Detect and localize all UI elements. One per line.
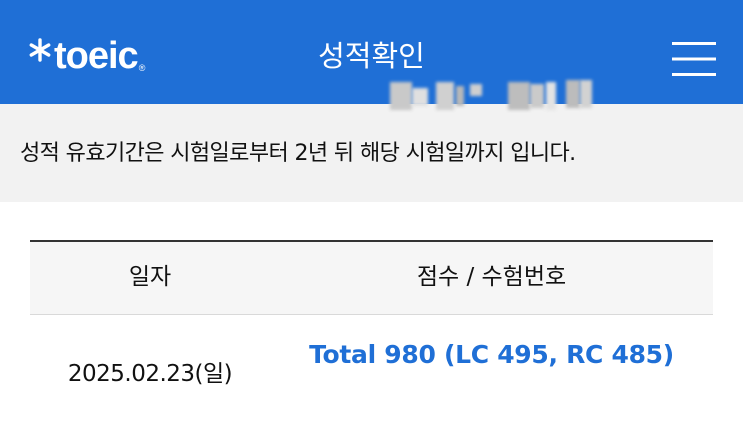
column-header-score: 점수 / 수험번호 [416, 264, 567, 290]
notice-text: 성적 유효기간은 시험일로부터 2년 뒤 해당 시험일까지 입니다. [20, 141, 576, 166]
exam-number-blurred [352, 70, 612, 118]
asterisk-icon [29, 38, 51, 62]
score-link[interactable]: Total 980 (LC 495, RC 485) [270, 337, 713, 373]
score-table: 일자 점수 / 수험번호 2025.02.23(일) Total 980 (LC… [30, 240, 713, 435]
logo-wordmark: toeic [54, 35, 139, 77]
exam-date: 2025.02.23(일) [67, 361, 233, 387]
menu-button[interactable] [672, 40, 716, 78]
validity-notice: 성적 유효기간은 시험일로부터 2년 뒤 해당 시험일까지 입니다. [0, 104, 743, 202]
column-header-date: 일자 [128, 264, 172, 290]
table-header: 일자 점수 / 수험번호 [30, 240, 713, 315]
toeic-logo[interactable]: toeic ® [28, 34, 145, 82]
hamburger-menu-icon [672, 42, 716, 76]
registered-mark: ® [138, 63, 146, 73]
table-row[interactable]: 2025.02.23(일) Total 980 (LC 495, RC 485) [30, 315, 713, 435]
